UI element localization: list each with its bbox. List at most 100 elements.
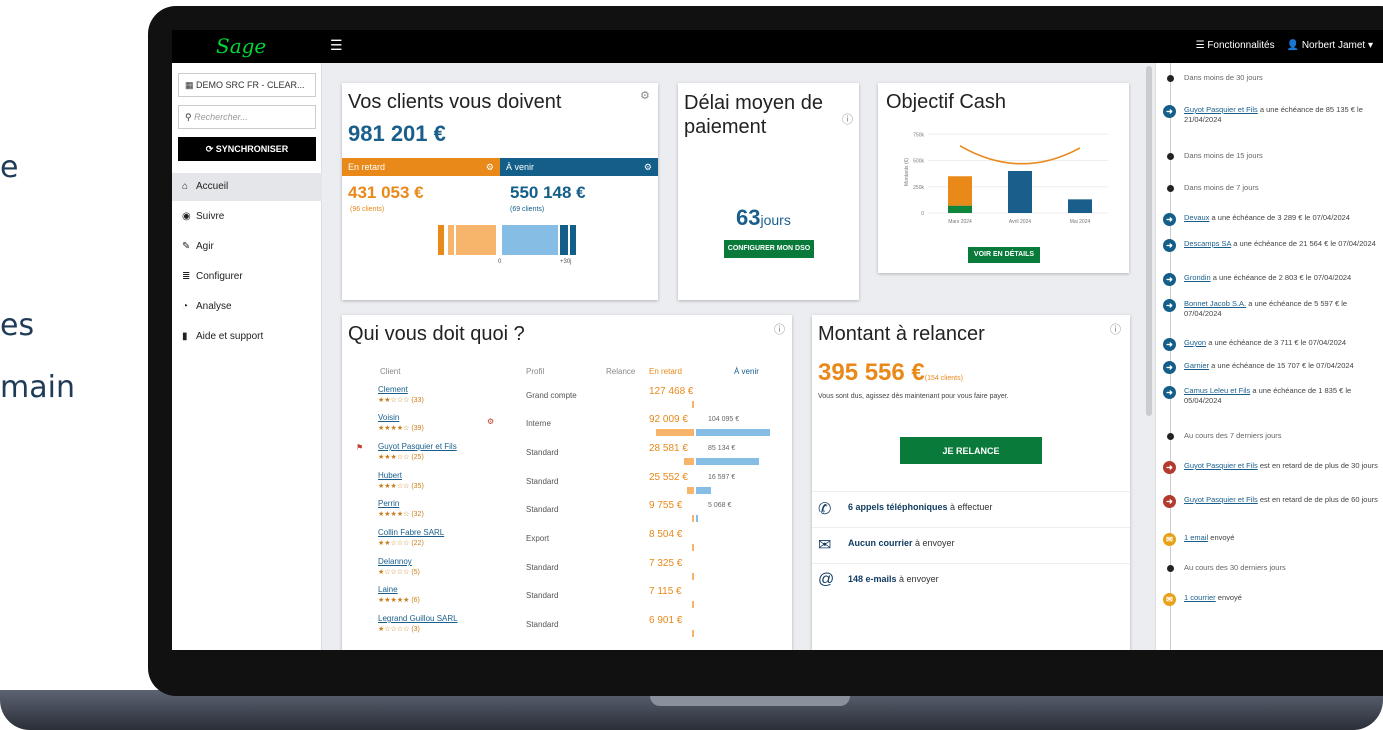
relance-action-emails[interactable]: @148 e-mails à envoyer [812,563,1130,599]
sync-label: SYNCHRONISER [215,144,289,154]
relance-action-mail[interactable]: ✉ Aucun courrier à envoyer [812,527,1130,563]
timeline-link[interactable]: Garnier [1184,361,1209,370]
sidebar-item-label: Configurer [196,271,243,282]
client-name[interactable]: Perrin [378,499,399,508]
search-input[interactable]: ⚲ Rechercher... [178,105,316,129]
sidebar-item-label: Aide et support [196,331,264,342]
client-name[interactable]: Guyot Pasquier et Fils [378,442,457,451]
arrow-right-icon: ➜ [1163,361,1176,374]
features-menu[interactable]: ☰ Fonctionnalités [1196,40,1275,51]
client-name[interactable]: Clement [378,385,408,394]
bar [948,205,972,213]
action-bold: 148 e-mails [848,574,897,584]
sidebar-item-suivre[interactable]: ◉ Suivre [172,203,322,231]
gear-icon[interactable]: ⚙ [644,162,652,173]
sage-logo[interactable]: Sage [216,34,266,58]
header-relance[interactable]: Relance [606,367,635,376]
client-name[interactable]: Voisin [378,413,399,422]
timeline-link[interactable]: Devaux [1184,213,1209,222]
sidebar-item-analyse[interactable]: ◔ Analyse [172,293,322,321]
view-details-button[interactable]: VOIR EN DÉTAILS [968,247,1040,263]
top-bar: Sage ☰ ☰ Fonctionnalités 👤 Norbert Jamet… [172,30,1383,63]
ahead-bar [696,487,711,494]
relance-subtitle: Vous sont dus, agissez dès maintenant po… [818,393,1009,400]
pie-icon: ◔ [182,301,189,312]
sidebar-item-accueil[interactable]: ⌂ Accueil [172,173,322,201]
client-profile: Standard [526,477,559,486]
timeline-link[interactable]: Guyot Pasquier et Fils [1184,495,1258,504]
timeline-link[interactable]: 1 email [1184,533,1208,542]
client-name[interactable]: Hubert [378,471,402,480]
company-selector[interactable]: ▦ DEMO SRC FR - CLEAR... [178,73,316,97]
header-ahead[interactable]: À venir [734,367,759,376]
client-name[interactable]: Legrand Guillou SARL [378,614,458,623]
info-icon[interactable]: ⓘ [842,111,853,127]
timeline-text: Garnier a une échéance de 15 707 € le 07… [1184,361,1380,371]
timeline-item: ✉ 1 courrier envoyé [1156,593,1383,617]
timeline-desc: Au cours des 30 derniers jours [1184,563,1286,572]
user-menu[interactable]: 👤 Norbert Jamet ▾ [1287,40,1373,51]
header-profil[interactable]: Profil [526,367,544,376]
info-icon[interactable]: ⓘ [1110,321,1121,337]
gear-icon[interactable]: ⚙ [640,89,650,102]
configure-dso-button[interactable]: CONFIGURER MON DSO [724,240,814,258]
client-name[interactable]: Laine [378,585,398,594]
info-icon[interactable]: ⓘ [774,321,785,337]
search-icon: ⚲ [185,112,195,122]
gear-icon[interactable]: ⚙ [486,162,494,173]
objective-line [959,145,1081,165]
relance-action-calls[interactable]: ✆ 6 appels téléphoniques à effectuer [812,491,1130,527]
at-icon: @ [818,571,835,588]
timeline-link[interactable]: Camus Leleu et Fils [1184,386,1250,395]
timeline-desc: Au cours des 7 derniers jours [1184,431,1282,440]
slide-text: es [0,308,35,343]
sliders-icon: ≣ [182,271,191,282]
je-relance-button[interactable]: JE RELANCE [900,437,1042,464]
bar [1068,199,1092,213]
sidebar-item-agir[interactable]: ✎ Agir [172,233,322,261]
timeline-dot [1167,75,1174,82]
client-profile: Standard [526,563,559,572]
sidebar-item-aide[interactable]: ▮ Aide et support [172,323,322,351]
client-rating: ★★★★★ (6) [378,597,420,604]
late-bar [692,401,694,408]
main-scrollbar[interactable] [1146,66,1152,416]
ahead-amount: 550 148 € [510,183,586,202]
client-rating: ★☆☆☆☆ (3) [378,626,420,633]
timeline-desc: a une échéance de 3 711 € le 07/04/2024 [1206,338,1347,347]
gauge-icon: ◉ [182,211,191,222]
late-bar [684,458,694,465]
header-late[interactable]: En retard [649,367,682,376]
timeline-link[interactable]: Guyot Pasquier et Fils [1184,105,1258,114]
timeline-desc: a une échéance de 2 803 € le 07/04/2024 [1210,273,1352,282]
hamburger-icon[interactable]: ☰ [330,37,343,54]
late-bar [692,544,694,551]
ahead-bar-segment [502,225,558,255]
client-rating: ★☆☆☆☆ (5) [378,569,420,576]
header-client[interactable]: Client [380,367,400,376]
timeline-link[interactable]: Bonnet Jacob S.A. [1184,299,1246,308]
warning-icon: ⚙ [487,417,495,426]
late-clients: (96 clients) [350,206,385,213]
late-bar [692,573,694,580]
cash-chart: 750k 500k 250k 0 Montants (€) Mars 2024 Avril … [904,132,1108,225]
relance-title: Montant à relancer [818,323,985,345]
timeline-link[interactable]: Descamps SA [1184,239,1231,248]
client-name[interactable]: Delannoy [378,557,412,566]
late-bar-segment [448,225,454,255]
timeline-text: Guyot Pasquier et Fils est en retard de … [1184,495,1380,505]
client-profile: Export [526,534,550,543]
timeline-link[interactable]: 1 courrier [1184,593,1216,602]
timeline-text: 1 courrier envoyé [1184,593,1380,603]
sidebar-item-configurer[interactable]: ≣ Configurer [172,263,322,291]
late-bar [655,429,694,436]
timeline-text: Guyon a une échéance de 3 711 € le 07/04… [1184,338,1380,348]
relance-amount: 395 556 € [818,359,925,386]
sync-button[interactable]: ⟳ SYNCHRONISER [178,137,316,161]
timeline-link[interactable]: Guyot Pasquier et Fils [1184,461,1258,470]
timeline-link[interactable]: Guyon [1184,338,1206,347]
axis-zero: 0 [498,259,502,265]
client-name[interactable]: Collin Fabre SARL [378,528,444,537]
timeline-item: Dans moins de 15 jours [1156,151,1383,175]
timeline-link[interactable]: Grondin [1184,273,1211,282]
